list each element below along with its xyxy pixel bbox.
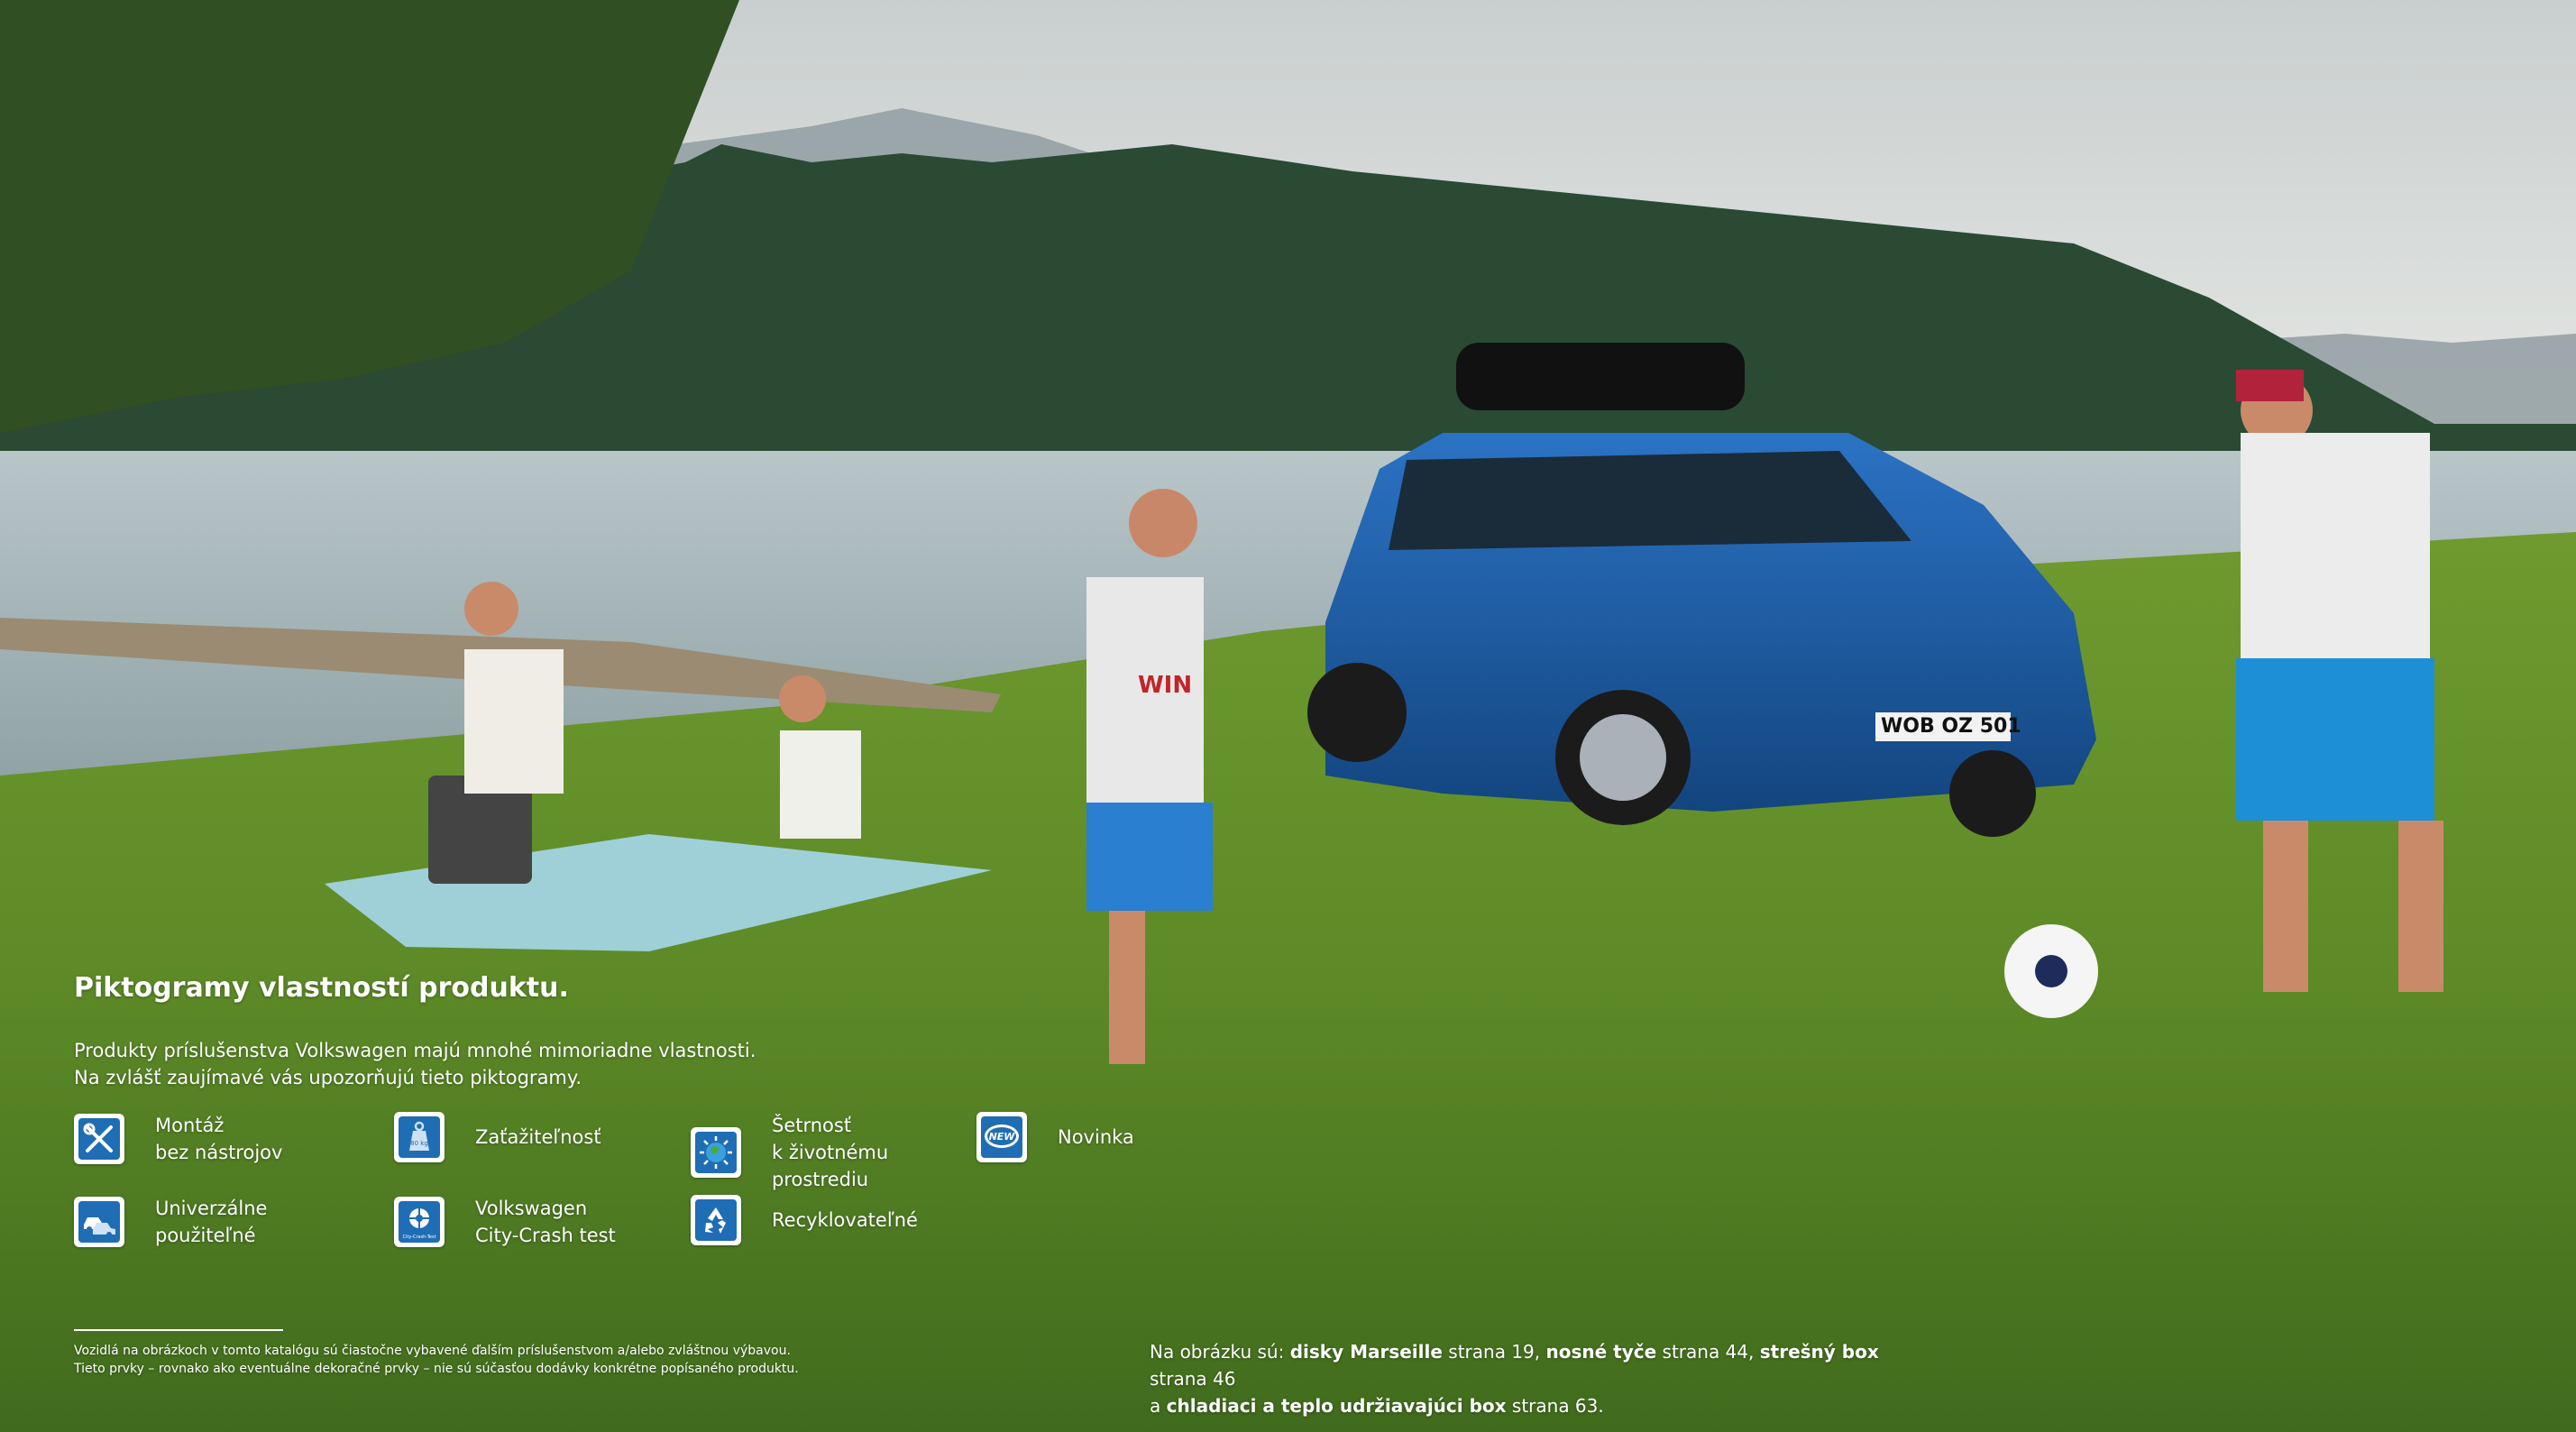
caption-product-roof-bars: nosné tyče xyxy=(1545,1341,1657,1363)
pictogram-label: Volkswagen City-Crash test xyxy=(475,1198,616,1246)
pictogram-label: Recyklovateľné xyxy=(772,1209,918,1231)
disclaimer-text: Vozidlá na obrázkoch v tomto katalógu sú… xyxy=(74,1344,799,1376)
pictogram-recyclable: Recyklovateľné xyxy=(691,1195,918,1245)
caption-text: a xyxy=(1150,1395,1167,1417)
soccer-ball xyxy=(2004,924,2098,1018)
new-badge-icon: NEW xyxy=(976,1112,1027,1162)
caption-product-cool-box: chladiaci a teplo udržiavajúci box xyxy=(1166,1395,1507,1417)
pictogram-label: Montáž bez nástrojov xyxy=(155,1115,283,1163)
caption-text: Na obrázku sú: xyxy=(1150,1341,1290,1363)
globe-environment-icon xyxy=(691,1127,741,1178)
caption-product-roof-box: strešný box xyxy=(1759,1341,1879,1363)
pictogram-label: Univerzálne použiteľné xyxy=(155,1198,268,1246)
page-heading: Piktogramy vlastností produktu. xyxy=(74,972,569,1004)
pictogram-new: NEW Novinka xyxy=(976,1112,1134,1162)
intro-text: Produkty príslušenstva Volkswagen majú m… xyxy=(74,1037,885,1091)
license-plate-text: WOB OZ 501 xyxy=(1881,715,2021,738)
caption-text: strana 63. xyxy=(1506,1395,1604,1417)
weight-load-icon: 80 kg xyxy=(394,1112,445,1162)
caption-text: strana 44, xyxy=(1656,1341,1760,1363)
pictogram-city-crash-test: City-Crash-Test Volkswagen City-Crash te… xyxy=(394,1195,616,1249)
caption-product-wheels: disky Marseille xyxy=(1289,1341,1443,1363)
pictogram-eco-friendly: Šetrnosť k životnému prostrediu xyxy=(691,1112,888,1193)
pictogram-universal-use: Univerzálne použiteľné xyxy=(74,1195,267,1249)
weight-icon-text: 80 kg xyxy=(410,1140,428,1147)
photo-caption: Na obrázku sú: disky Marseille strana 19… xyxy=(1150,1338,1925,1419)
intro-line-2: Na zvlášť zaujímavé vás upozorňujú tieto… xyxy=(74,1067,582,1088)
pictogram-label: Šetrnosť k životnému prostrediu xyxy=(772,1115,889,1190)
shirt-print-text: WIN xyxy=(1138,672,1193,699)
footnote-divider xyxy=(74,1329,283,1331)
crash-icon-text: City-Crash-Test xyxy=(402,1235,435,1240)
tools-crossed-icon xyxy=(74,1114,124,1164)
pictogram-label: Zaťažiteľnosť xyxy=(475,1126,601,1148)
caption-text: strana 19, xyxy=(1442,1341,1546,1363)
cars-universal-icon xyxy=(74,1197,124,1247)
pictogram-load-capacity: 80 kg Zaťažiteľnosť xyxy=(394,1112,601,1162)
lake-picnic-photo xyxy=(0,0,2576,1432)
pictogram-label: Novinka xyxy=(1058,1126,1134,1148)
intro-line-1: Produkty príslušenstva Volkswagen majú m… xyxy=(74,1040,756,1061)
crash-test-dummy-icon: City-Crash-Test xyxy=(394,1197,445,1247)
new-icon-text: NEW xyxy=(989,1131,1016,1143)
recycling-icon xyxy=(691,1195,741,1245)
pictogram-tool-free-mounting: Montáž bez nástrojov xyxy=(74,1112,282,1166)
caption-text: strana 46 xyxy=(1150,1368,1236,1390)
